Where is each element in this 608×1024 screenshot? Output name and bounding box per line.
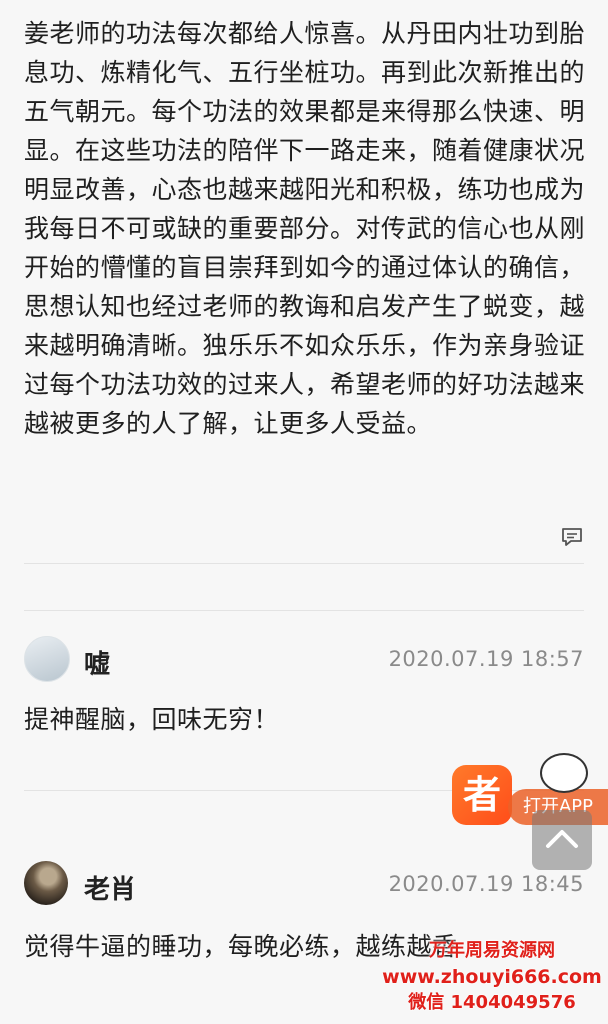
comment-username[interactable]: 老肖 [84,869,136,906]
mascot-icon [540,753,588,793]
watermark-line: 微信 1404049576 [408,992,576,1013]
divider [24,563,584,564]
watermark-line: 万年周易资源网 [429,940,555,961]
avatar[interactable] [24,861,68,905]
avatar[interactable] [24,636,70,682]
comment-timestamp: 2020.07.19 18:45 [388,872,584,896]
watermark-url: www.zhouyi666.com [382,966,602,988]
scroll-to-top-button[interactable] [532,810,592,870]
chevron-up-icon [546,830,578,848]
reply-icon[interactable] [560,526,584,548]
watermark: 万年周易资源网 www.zhouyi666.com 微信 1404049576 [382,938,602,1016]
post-body-text: 姜老师的功法每次都给人惊喜。从丹田内壮功到胎息功、炼精化气、五行坐桩功。再到此次… [24,19,586,438]
app-logo-icon[interactable]: 者 [452,765,512,825]
comment-timestamp: 2020.07.19 18:57 [388,647,584,671]
comment-text: 提神醒脑，回味无穷！ [24,705,280,734]
comment-username[interactable]: 嘘 [84,644,110,681]
